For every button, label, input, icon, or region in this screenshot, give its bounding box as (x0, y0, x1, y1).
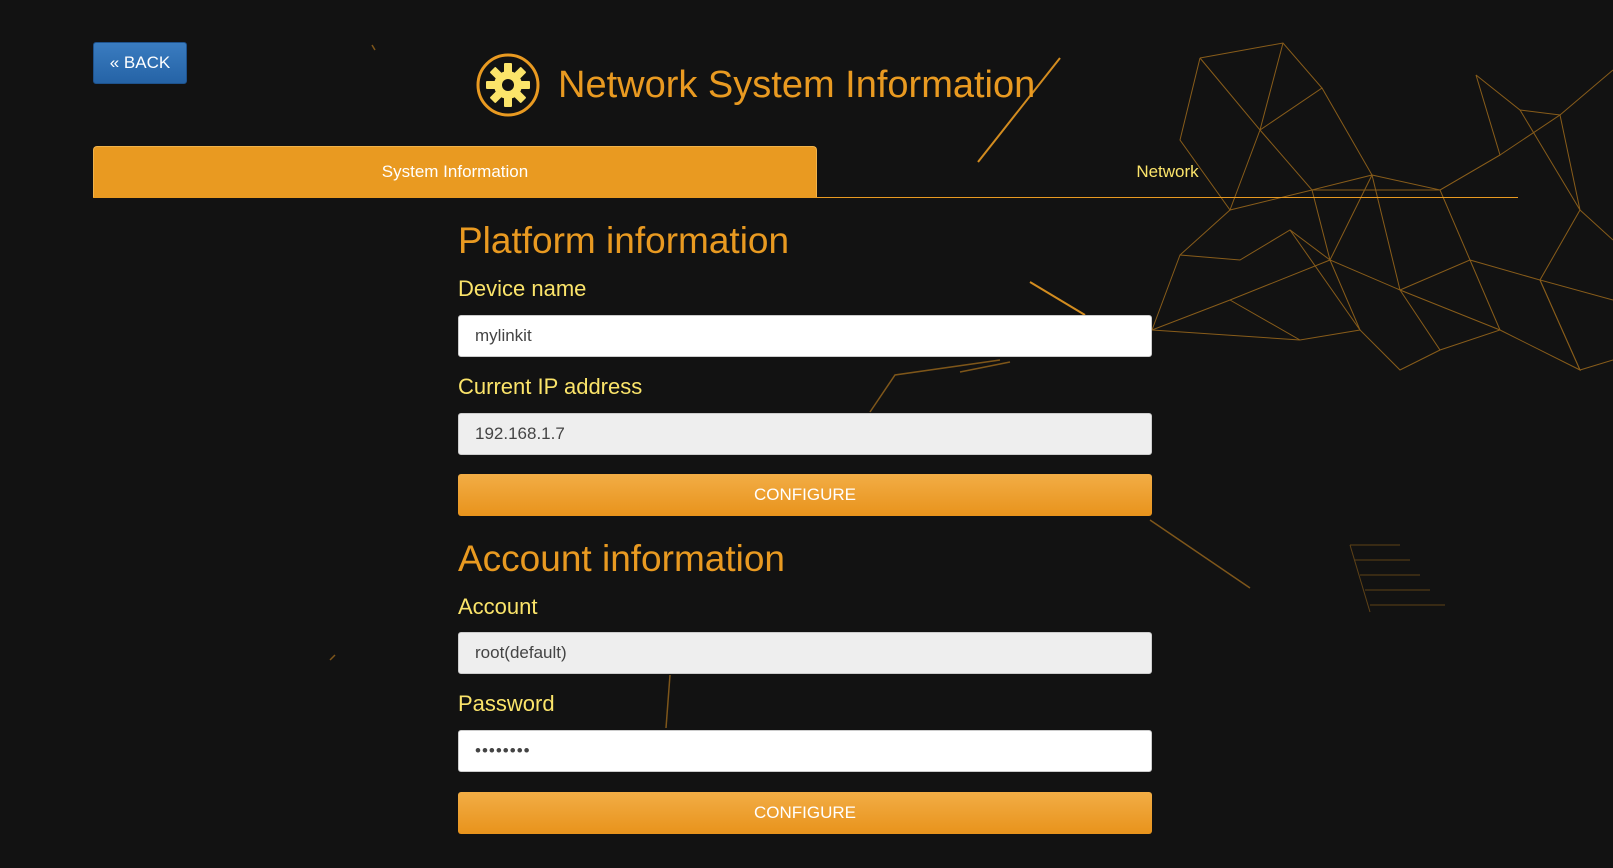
tab-network[interactable]: Network (817, 146, 1518, 197)
page-title: Network System Information (558, 63, 1036, 106)
ip-address-label: Current IP address (458, 374, 643, 399)
platform-section-title: Platform information (458, 220, 790, 261)
account-configure-button[interactable]: CONFIGURE (458, 792, 1152, 834)
device-name-input[interactable] (458, 315, 1152, 357)
tab-system-information[interactable]: System Information (93, 146, 817, 197)
gear-icon (476, 53, 540, 117)
account-label: Account (458, 594, 538, 619)
account-section-title: Account information (458, 538, 786, 579)
device-name-label: Device name (458, 276, 587, 301)
tab-bar: System Information Network (93, 146, 1518, 198)
password-label: Password (458, 691, 555, 716)
platform-configure-button[interactable]: CONFIGURE (458, 474, 1152, 516)
page-header: Network System Information (476, 52, 1035, 118)
ip-address-field (458, 413, 1152, 455)
password-input[interactable] (458, 730, 1152, 772)
account-field (458, 632, 1152, 674)
back-button[interactable]: « BACK (93, 42, 187, 84)
